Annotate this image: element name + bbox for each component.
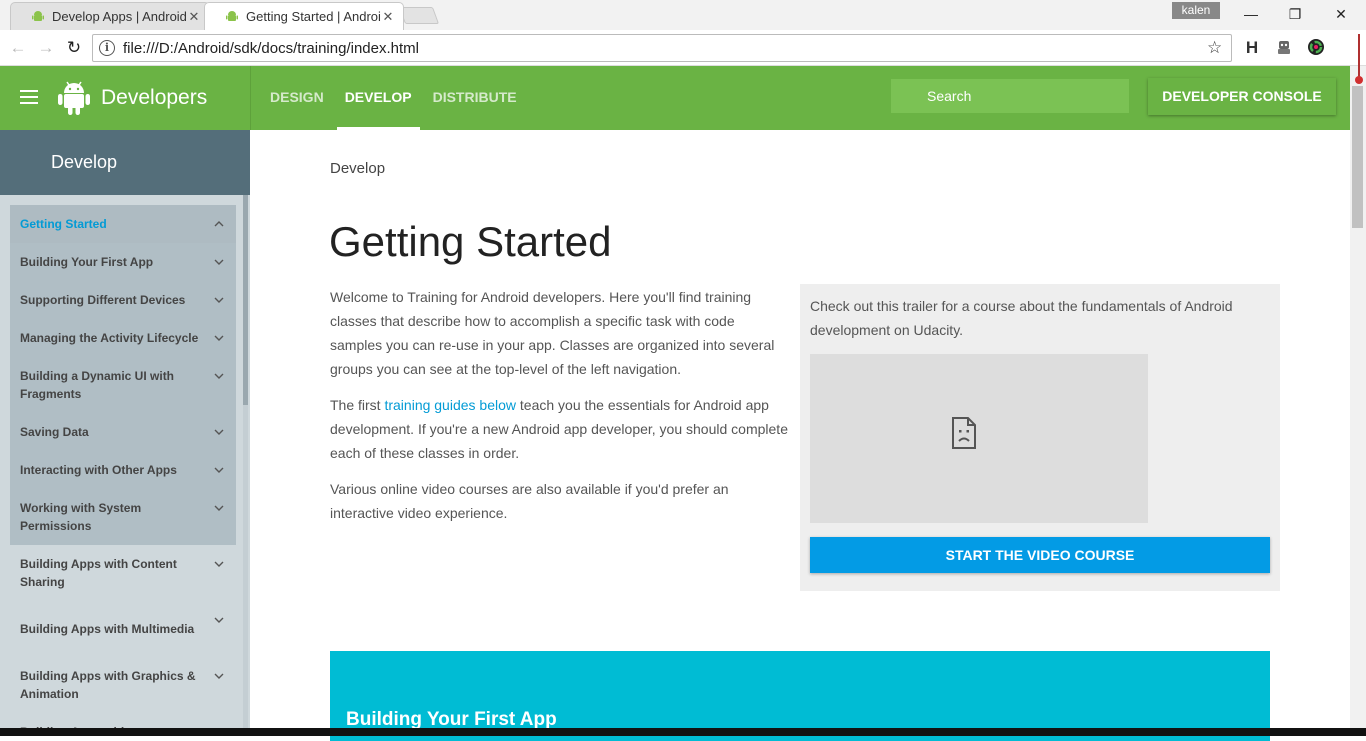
extension-h-icon[interactable]: H bbox=[1242, 38, 1262, 58]
sidebar-item-multimedia[interactable]: Building Apps with Multimedia bbox=[10, 601, 236, 657]
sidebar-item-label: Building Apps with Graphics & Animation bbox=[20, 669, 196, 701]
sidebar-list: Getting Started Building Your First App … bbox=[10, 205, 236, 736]
chevron-down-icon[interactable] bbox=[213, 426, 225, 438]
sidebar-item-supporting-devices[interactable]: Supporting Different Devices bbox=[10, 281, 236, 319]
chevron-down-icon[interactable] bbox=[213, 670, 225, 682]
sidebar-item-label: Getting Started bbox=[20, 217, 107, 231]
text-span: The first bbox=[330, 397, 385, 413]
site-header: Developers DESIGN DEVELOP DISTRIBUTE Sea… bbox=[0, 66, 1350, 130]
profile-badge[interactable]: kalen bbox=[1172, 2, 1220, 19]
broken-page-icon bbox=[952, 417, 976, 449]
menu-icon[interactable] bbox=[20, 90, 38, 104]
chevron-down-icon[interactable] bbox=[213, 256, 225, 268]
sidebar-item-label: Supporting Different Devices bbox=[20, 293, 186, 307]
sidebar-item-label: Building Apps with Multimedia bbox=[20, 622, 195, 636]
nav-distribute[interactable]: DISTRIBUTE bbox=[433, 66, 517, 130]
sidebar-item-content-sharing[interactable]: Building Apps with Content Sharing bbox=[10, 545, 236, 601]
chevron-down-icon[interactable] bbox=[213, 464, 225, 476]
extension-robot-icon[interactable] bbox=[1274, 38, 1294, 58]
sidebar-item-graphics-animation[interactable]: Building Apps with Graphics & Animation bbox=[10, 657, 236, 713]
chevron-down-icon[interactable] bbox=[213, 332, 225, 344]
intro-text: Welcome to Training for Android develope… bbox=[330, 285, 790, 537]
sidebar-item-building-first-app[interactable]: Building Your First App bbox=[10, 243, 236, 281]
sidebar-title: Develop bbox=[0, 130, 250, 195]
page-title: Getting Started bbox=[329, 218, 612, 265]
sidebar-item-label: Interacting with Other Apps bbox=[20, 463, 177, 477]
chevron-down-icon[interactable] bbox=[213, 502, 225, 514]
back-arrow-icon[interactable]: ← bbox=[7, 37, 29, 59]
android-favicon-icon bbox=[226, 10, 238, 21]
sidebar-item-label: Saving Data bbox=[20, 425, 89, 439]
tab-develop-apps[interactable]: Develop Apps | Android ✕ bbox=[10, 2, 210, 30]
video-panel: Check out this trailer for a course abou… bbox=[800, 284, 1280, 591]
android-logo-icon[interactable] bbox=[58, 78, 90, 116]
sidebar-item-activity-lifecycle[interactable]: Managing the Activity Lifecycle bbox=[10, 319, 236, 357]
minimize-button[interactable]: — bbox=[1240, 4, 1262, 24]
brand-title[interactable]: Developers bbox=[101, 86, 207, 110]
sidebar-item-label: Managing the Activity Lifecycle bbox=[20, 331, 199, 345]
sidebar-item-system-permissions[interactable]: Working with System Permissions bbox=[10, 489, 236, 545]
tab-close-icon[interactable]: ✕ bbox=[381, 9, 395, 25]
new-tab-button[interactable] bbox=[398, 7, 440, 24]
sidebar-item-getting-started[interactable]: Getting Started bbox=[10, 205, 236, 243]
browser-tab-strip: Develop Apps | Android ✕ Getting Started… bbox=[0, 0, 1366, 30]
chevron-down-icon[interactable] bbox=[213, 370, 225, 382]
sidebar-item-label: Working with System Permissions bbox=[20, 501, 142, 533]
chevron-down-icon[interactable] bbox=[213, 294, 225, 306]
intro-paragraph: The first training guides below teach yo… bbox=[330, 393, 790, 465]
chevron-down-icon[interactable] bbox=[213, 558, 225, 570]
intro-paragraph: Welcome to Training for Android develope… bbox=[330, 289, 775, 377]
sidebar-item-interacting-apps[interactable]: Interacting with Other Apps bbox=[10, 451, 236, 489]
sidebar: Develop Getting Started Building Your Fi… bbox=[0, 130, 250, 736]
nav-design[interactable]: DESIGN bbox=[270, 66, 324, 130]
chevron-down-icon[interactable] bbox=[213, 614, 225, 626]
scroll-position-indicator-icon bbox=[1355, 34, 1363, 84]
restore-button[interactable]: ❐ bbox=[1284, 4, 1306, 24]
breadcrumb[interactable]: Develop bbox=[330, 160, 385, 177]
header-divider bbox=[250, 66, 251, 130]
start-video-course-button[interactable]: START THE VIDEO COURSE bbox=[810, 537, 1270, 573]
sidebar-item-label: Building a Dynamic UI with Fragments bbox=[20, 369, 175, 401]
url-text[interactable]: file:///D:/Android/sdk/docs/training/ind… bbox=[123, 40, 1207, 57]
tab-title: Develop Apps | Android bbox=[52, 9, 187, 24]
video-embed[interactable] bbox=[810, 354, 1148, 523]
sidebar-item-saving-data[interactable]: Saving Data bbox=[10, 413, 236, 451]
sidebar-item-label: Building Your First App bbox=[20, 255, 154, 269]
page-scrollbar-thumb[interactable] bbox=[1352, 86, 1363, 228]
android-favicon-icon bbox=[32, 10, 44, 21]
nav-develop[interactable]: DEVELOP bbox=[336, 66, 420, 130]
intro-paragraph: Various online video courses are also av… bbox=[330, 481, 729, 521]
search-input[interactable]: Search bbox=[891, 79, 1129, 113]
extension-color-wheel-icon[interactable] bbox=[1306, 38, 1326, 58]
tab-getting-started[interactable]: Getting Started | Android ✕ bbox=[204, 2, 404, 30]
top-nav: DESIGN DEVELOP DISTRIBUTE bbox=[270, 66, 538, 130]
chevron-up-icon[interactable] bbox=[213, 218, 225, 230]
video-caption: Check out this trailer for a course abou… bbox=[810, 298, 1233, 338]
close-window-button[interactable]: ✕ bbox=[1330, 4, 1352, 24]
tab-close-icon[interactable]: ✕ bbox=[187, 9, 201, 25]
sidebar-item-dynamic-ui[interactable]: Building a Dynamic UI with Fragments bbox=[10, 357, 236, 413]
browser-toolbar: ← → ↻ i file:///D:/Android/sdk/docs/trai… bbox=[0, 30, 1366, 66]
reload-icon[interactable]: ↻ bbox=[63, 37, 85, 59]
main-content: Develop Getting Started Welcome to Train… bbox=[251, 130, 1350, 741]
sidebar-scrollbar-thumb[interactable] bbox=[243, 195, 248, 405]
tab-title: Getting Started | Android bbox=[246, 9, 381, 24]
sidebar-item-label: Building Apps with Content Sharing bbox=[20, 557, 177, 589]
forward-arrow-icon[interactable]: → bbox=[35, 37, 57, 59]
address-bar[interactable]: i file:///D:/Android/sdk/docs/training/i… bbox=[92, 34, 1232, 62]
bookmark-star-icon[interactable]: ☆ bbox=[1207, 38, 1227, 58]
training-guides-link[interactable]: training guides below bbox=[384, 397, 516, 413]
taskbar-strip bbox=[0, 728, 1366, 736]
developer-console-button[interactable]: DEVELOPER CONSOLE bbox=[1148, 78, 1336, 115]
info-icon[interactable]: i bbox=[99, 40, 115, 56]
